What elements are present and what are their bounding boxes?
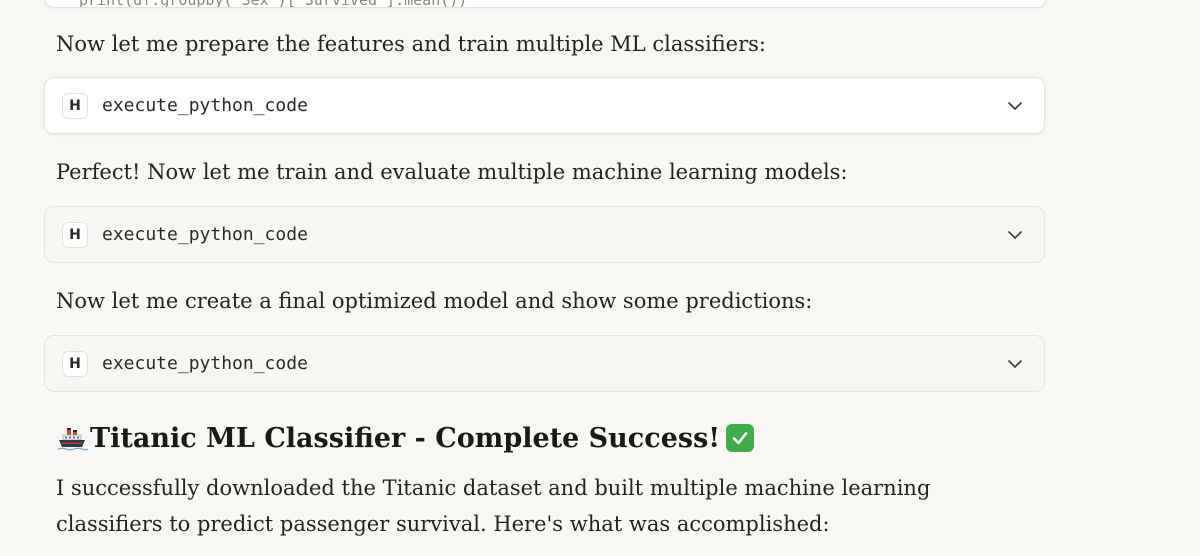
tool-call-block[interactable]: H execute_python_code — [44, 206, 1045, 263]
tool-call-name: execute_python_code — [102, 95, 308, 116]
summary-body: I successfully downloaded the Titanic da… — [56, 476, 931, 536]
summary-heading: Titanic ML Classifier - Complete Success… — [56, 418, 755, 458]
check-mark-icon — [726, 424, 755, 452]
tool-call-name: execute_python_code — [102, 224, 308, 245]
summary-heading-text: Titanic ML Classifier - Complete Success… — [90, 422, 721, 454]
assistant-message: Now let me prepare the features and trai… — [56, 32, 766, 56]
chevron-down-icon[interactable] — [1006, 226, 1024, 244]
tool-call-name: execute_python_code — [102, 353, 308, 374]
tool-call-block[interactable]: H execute_python_code — [44, 77, 1045, 134]
assistant-message: Perfect! Now let me train and evaluate m… — [56, 160, 848, 184]
chat-transcript: print(df.groupby('Sex')['Survived'].mean… — [0, 0, 1200, 556]
tool-h-icon: H — [62, 222, 88, 248]
chevron-down-icon[interactable] — [1006, 355, 1024, 373]
previous-tool-output[interactable]: print(df.groupby('Sex')['Survived'].mean… — [44, 0, 1047, 8]
ship-icon — [57, 428, 88, 451]
code-output-line: print(df.groupby('Sex')['Survived'].mean… — [79, 0, 467, 7]
tool-h-icon: H — [62, 351, 88, 377]
tool-h-icon: H — [62, 93, 88, 119]
assistant-message: Now let me create a final optimized mode… — [56, 289, 813, 313]
chevron-down-icon[interactable] — [1006, 97, 1024, 115]
tool-call-block[interactable]: H execute_python_code — [44, 335, 1045, 392]
